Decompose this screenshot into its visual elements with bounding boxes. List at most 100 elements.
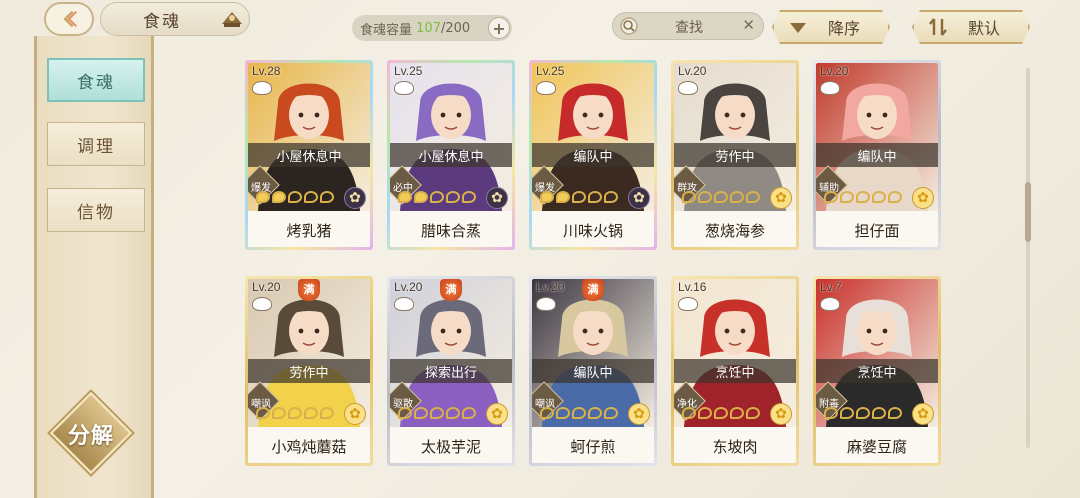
- star-icon: [540, 191, 554, 203]
- card-body: Lv.20 满 劳作中 嘲讽 ✿ 小鸡炖蘑菇: [248, 279, 370, 463]
- full-badge: 满: [582, 279, 604, 301]
- card-body: Lv.25 编队中 爆发 ✿ 川味火锅: [532, 63, 654, 247]
- sort-order-label: 降序: [828, 19, 861, 38]
- card-body: Lv.7 烹饪中 附毒 ✿ 麻婆豆腐: [816, 279, 938, 463]
- sidebar-item-tokens[interactable]: 信物: [47, 188, 145, 232]
- star-rating: [682, 191, 760, 203]
- star-icon: [730, 191, 744, 203]
- star-icon: [414, 191, 428, 203]
- star-icon: [682, 191, 696, 203]
- chef-hat-icon[interactable]: [218, 8, 246, 30]
- back-button[interactable]: [44, 2, 94, 36]
- element-icon: ✿: [628, 403, 650, 425]
- sort-descending-icon: [786, 15, 810, 39]
- scrollbar-thumb[interactable]: [1025, 182, 1031, 242]
- star-icon: [856, 191, 870, 203]
- star-icon: [462, 407, 476, 419]
- star-icon: [746, 407, 760, 419]
- star-icon: [556, 191, 570, 203]
- food-soul-card[interactable]: Lv.20 满 编队中 嘲讽 ✿ 蚵仔煎: [529, 276, 657, 466]
- star-icon: [288, 407, 302, 419]
- food-soul-card[interactable]: Lv.20 满 探索出行 驱散 ✿ 太极芋泥: [387, 276, 515, 466]
- search-icon: [620, 17, 638, 35]
- element-icon: ✿: [912, 187, 934, 209]
- star-icon: [304, 407, 318, 419]
- food-soul-card[interactable]: Lv.16 烹饪中 净化 ✿ 东坡肉: [671, 276, 799, 466]
- element-icon: ✿: [486, 403, 508, 425]
- clear-search-icon[interactable]: ✕: [742, 16, 755, 34]
- card-level: Lv.20: [536, 280, 565, 294]
- bowl-icon: [536, 297, 556, 311]
- card-name: 麻婆豆腐: [816, 429, 938, 463]
- card-status: 小屋休息中: [390, 143, 512, 167]
- decompose-button[interactable]: 分解: [49, 391, 133, 475]
- bowl-icon: [678, 297, 698, 311]
- card-status: 编队中: [816, 143, 938, 167]
- card-name: 小鸡炖蘑菇: [248, 429, 370, 463]
- star-icon: [572, 191, 586, 203]
- star-icon: [604, 407, 618, 419]
- star-icon: [272, 191, 286, 203]
- card-status: 烹饪中: [674, 359, 796, 383]
- sidebar-item-food-souls[interactable]: 食魂: [47, 58, 145, 102]
- sort-key-button[interactable]: 默认: [912, 10, 1030, 44]
- capacity-total: /200: [440, 20, 471, 36]
- card-level: Lv.20: [394, 280, 423, 294]
- star-icon: [304, 191, 318, 203]
- card-body: Lv.20 满 编队中 嘲讽 ✿ 蚵仔煎: [532, 279, 654, 463]
- star-icon: [714, 407, 728, 419]
- star-rating: [824, 191, 902, 203]
- bowl-icon: [820, 297, 840, 311]
- card-name: 川味火锅: [532, 213, 654, 247]
- star-icon: [288, 191, 302, 203]
- star-icon: [320, 407, 334, 419]
- food-soul-card[interactable]: Lv.25 编队中 爆发 ✿ 川味火锅: [529, 60, 657, 250]
- food-soul-card[interactable]: Lv.20 满 劳作中 嘲讽 ✿ 小鸡炖蘑菇: [245, 276, 373, 466]
- star-icon: [856, 407, 870, 419]
- star-rating: [398, 407, 476, 419]
- star-icon: [746, 191, 760, 203]
- scrollbar-track[interactable]: [1026, 68, 1030, 448]
- star-icon: [698, 191, 712, 203]
- star-rating: [256, 407, 334, 419]
- element-icon: ✿: [344, 187, 366, 209]
- star-icon: [588, 191, 602, 203]
- expand-capacity-button[interactable]: +: [488, 17, 510, 39]
- sidebar-item-cooking[interactable]: 调理: [47, 122, 145, 166]
- food-soul-card[interactable]: Lv.20 劳作中 群攻 ✿ 葱烧海参: [671, 60, 799, 250]
- star-icon: [540, 407, 554, 419]
- star-icon: [840, 191, 854, 203]
- card-level: Lv.20: [820, 64, 849, 78]
- food-soul-card[interactable]: Lv.25 小屋休息中 必中 ✿ 腊味合蒸: [387, 60, 515, 250]
- star-icon: [714, 191, 728, 203]
- element-icon: ✿: [770, 403, 792, 425]
- search-label: 查找: [675, 20, 703, 36]
- food-soul-card[interactable]: Lv.7 烹饪中 附毒 ✿ 麻婆豆腐: [813, 276, 941, 466]
- star-icon: [320, 191, 334, 203]
- card-body: Lv.25 小屋休息中 必中 ✿ 腊味合蒸: [390, 63, 512, 247]
- star-rating: [540, 407, 618, 419]
- bowl-icon: [820, 81, 840, 95]
- food-soul-card[interactable]: Lv.20 编队中 辅助 ✿ 担仔面: [813, 60, 941, 250]
- star-icon: [824, 191, 838, 203]
- food-soul-card[interactable]: Lv.28 小屋休息中 爆发 ✿ 烤乳猪: [245, 60, 373, 250]
- search-field[interactable]: 查找 ✕: [612, 12, 764, 40]
- star-icon: [604, 191, 618, 203]
- star-rating: [682, 407, 760, 419]
- sort-order-button[interactable]: 降序: [772, 10, 890, 44]
- star-rating: [824, 407, 902, 419]
- card-status: 探索出行: [390, 359, 512, 383]
- star-icon: [698, 407, 712, 419]
- card-status: 编队中: [532, 143, 654, 167]
- capacity-indicator: 食魂容量 107/200 +: [352, 15, 512, 41]
- back-arrow-icon: [63, 10, 77, 28]
- card-status: 编队中: [532, 359, 654, 383]
- star-icon: [446, 407, 460, 419]
- sort-toggle-icon: [926, 15, 950, 39]
- element-icon: ✿: [628, 187, 650, 209]
- card-name: 腊味合蒸: [390, 213, 512, 247]
- card-level: Lv.20: [252, 280, 281, 294]
- star-icon: [414, 407, 428, 419]
- card-name: 烤乳猪: [248, 213, 370, 247]
- bowl-icon: [252, 81, 272, 95]
